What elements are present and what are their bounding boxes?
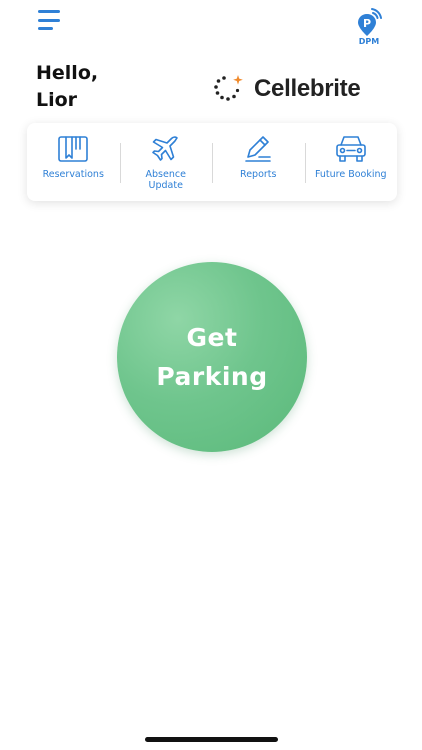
nav-absence-label-line2: Update [148, 180, 183, 191]
nav-absence-label-line1: Absence [145, 169, 186, 180]
nav-reservations[interactable]: Reservations [27, 123, 120, 201]
menu-bar-bottom [38, 27, 53, 30]
airplane-icon [151, 136, 178, 161]
get-parking-label-line1: Get [186, 323, 238, 352]
nav-reservations-label: Reservations [42, 169, 104, 180]
menu-bar-middle [38, 18, 60, 22]
brand-name: Cellebrite [254, 75, 361, 102]
get-parking-button[interactable]: Get Parking [117, 262, 307, 452]
svg-text:P: P [363, 17, 371, 30]
quick-nav-bar: Reservations Absence Update Reports Futu… [27, 123, 397, 201]
home-indicator [145, 737, 278, 742]
greeting-username: Lior [36, 89, 78, 111]
dpm-app-badge[interactable]: P DPM [352, 6, 386, 50]
cellebrite-dots-icon [214, 75, 243, 101]
reports-pencil-icon [245, 136, 272, 162]
nav-future-booking-label: Future Booking [314, 169, 387, 180]
dpm-label: DPM [358, 37, 380, 46]
nav-reports[interactable]: Reports [212, 123, 305, 201]
nav-absence-update[interactable]: Absence Update [119, 123, 213, 201]
hamburger-menu-icon[interactable] [38, 10, 62, 30]
nav-reports-label: Reports [240, 169, 277, 180]
menu-bar-top [38, 10, 60, 13]
greeting-hello: Hello, [36, 62, 99, 84]
parking-pin-icon: P [358, 8, 382, 36]
nav-future-booking[interactable]: Future Booking [304, 123, 398, 201]
company-logo: Cellebrite [212, 72, 361, 106]
get-parking-label-line2: Parking [156, 362, 268, 391]
car-icon [335, 136, 366, 162]
reservations-icon [58, 136, 89, 162]
nav-absence-update-label: Absence Update [126, 169, 206, 191]
greeting: Hello, Lior [36, 60, 98, 114]
